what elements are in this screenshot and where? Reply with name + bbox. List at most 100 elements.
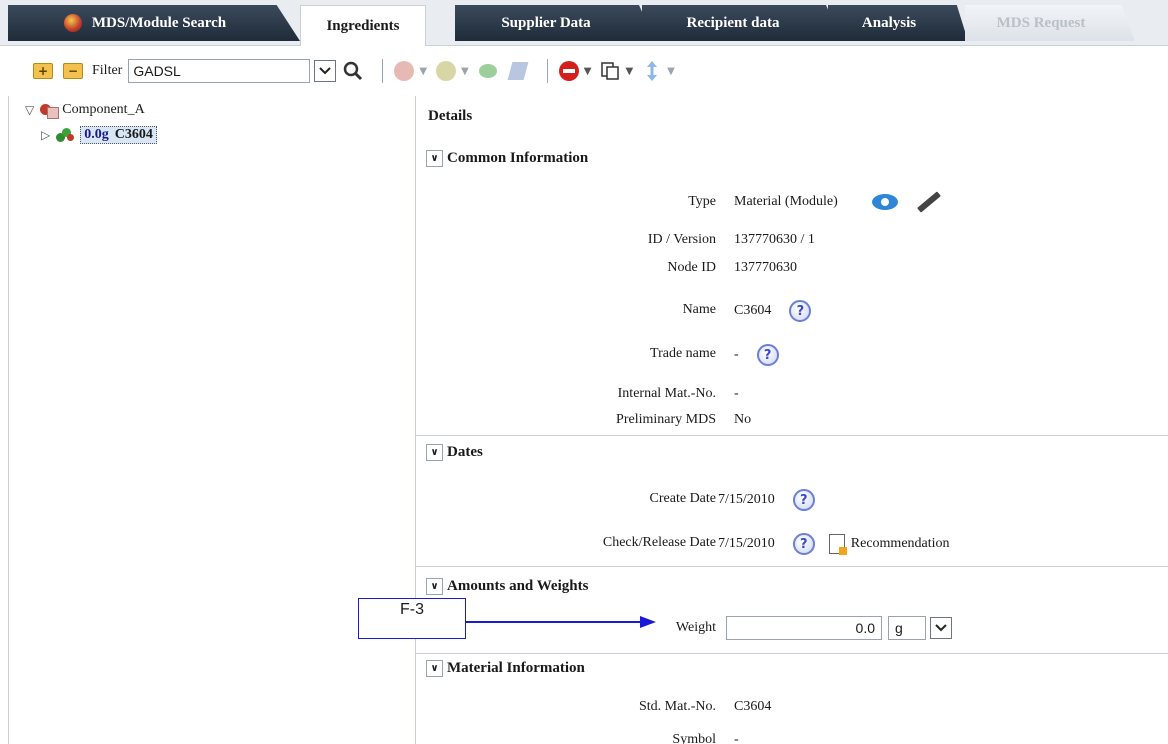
tree-node-material[interactable]: ▷ 0.0g C3604 bbox=[41, 126, 157, 144]
chevron-down-icon[interactable]: ∨ bbox=[426, 444, 443, 461]
trade-name-label: Trade name bbox=[650, 346, 716, 361]
module-icon bbox=[63, 14, 82, 32]
copy-button[interactable] bbox=[599, 60, 621, 82]
add-component-button[interactable] bbox=[393, 60, 415, 82]
section-dates[interactable]: ∨ Dates bbox=[426, 444, 483, 461]
tab-label: Recipient data bbox=[686, 14, 780, 31]
section-common-information[interactable]: ∨ Common Information bbox=[426, 150, 588, 167]
create-date-value-row: 7/15/2010 ? bbox=[718, 489, 815, 511]
toolbar: + − Filter GADSL ▼ ▼ ▼ ▼ ▼ bbox=[0, 46, 1168, 96]
expand-triangle-icon[interactable]: ▽ bbox=[25, 103, 34, 117]
section-title: Dates bbox=[447, 444, 483, 460]
tab-mds-module-search[interactable]: MDS/Module Search bbox=[8, 5, 300, 41]
id-version-value: 137770630 / 1 bbox=[734, 232, 815, 247]
tab-label: MDS/Module Search bbox=[91, 14, 227, 31]
edit-node-icon bbox=[507, 62, 529, 80]
component-add-icon bbox=[394, 61, 415, 81]
help-icon[interactable]: ? bbox=[792, 489, 815, 511]
section-title: Material Information bbox=[447, 660, 585, 676]
caret-down-icon[interactable]: ▼ bbox=[584, 66, 592, 77]
search-button[interactable] bbox=[342, 60, 364, 82]
preliminary-mds-label: Preliminary MDS bbox=[616, 412, 716, 427]
move-button[interactable] bbox=[641, 60, 663, 82]
chevron-down-icon[interactable]: ∨ bbox=[426, 150, 443, 167]
tree-pane: ▽ Component_A ▷ 0.0g C3604 bbox=[8, 96, 416, 744]
section-divider bbox=[416, 653, 1168, 654]
symbol-label: Symbol bbox=[672, 732, 716, 744]
caret-down-icon[interactable]: ▼ bbox=[625, 66, 633, 77]
tab-supplier-data[interactable]: Supplier Data bbox=[455, 5, 655, 41]
tab-label: Supplier Data bbox=[501, 14, 591, 31]
delete-icon bbox=[558, 61, 579, 81]
tab-mds-request: MDS Request bbox=[965, 5, 1135, 41]
callout-arrow bbox=[466, 616, 656, 628]
check-release-date-value: 7/15/2010 bbox=[718, 536, 775, 551]
tab-bar: MDS/Module Search Ingredients Supplier D… bbox=[0, 0, 1168, 46]
std-mat-no-value: C3604 bbox=[734, 699, 772, 714]
recommendation-document-icon[interactable] bbox=[828, 534, 847, 555]
type-label: Type bbox=[688, 194, 716, 209]
filter-dropdown-button[interactable] bbox=[314, 60, 337, 82]
node-id-value: 137770630 bbox=[734, 260, 797, 275]
type-value-row: Material (Module) bbox=[734, 191, 942, 213]
filter-input[interactable]: GADSL bbox=[128, 59, 311, 83]
unit-select[interactable]: g bbox=[888, 616, 926, 640]
node-name: C3604 bbox=[114, 127, 153, 142]
filter-value: GADSL bbox=[133, 63, 181, 79]
chevron-down-icon[interactable]: ∨ bbox=[426, 660, 443, 677]
component-icon bbox=[40, 102, 60, 119]
selected-node-box[interactable]: 0.0g C3604 bbox=[80, 126, 157, 144]
edit-node-button[interactable] bbox=[507, 60, 529, 82]
delete-button[interactable] bbox=[558, 60, 580, 82]
tree-node-label: Component_A bbox=[62, 102, 145, 117]
section-amounts-weights[interactable]: ∨ Amounts and Weights bbox=[426, 578, 588, 595]
help-icon[interactable]: ? bbox=[789, 300, 812, 322]
tree-node-component[interactable]: ▽ Component_A bbox=[25, 102, 145, 119]
tab-label: Ingredients bbox=[326, 17, 400, 34]
collapse-all-button[interactable]: − bbox=[62, 60, 84, 82]
search-icon bbox=[344, 61, 363, 81]
details-pane: Details ∨ Common Information Type Materi… bbox=[416, 96, 1168, 744]
preliminary-mds-value: No bbox=[734, 412, 752, 427]
add-substance-button[interactable] bbox=[477, 60, 499, 82]
tab-recipient-data[interactable]: Recipient data bbox=[642, 5, 842, 41]
check-release-date-value-row: 7/15/2010 ? Recommendation bbox=[718, 533, 950, 555]
substance-add-icon bbox=[478, 64, 497, 78]
chevron-down-icon[interactable]: ∨ bbox=[426, 578, 443, 595]
std-mat-no-label: Std. Mat.-No. bbox=[639, 699, 716, 714]
callout-text: F-3 bbox=[400, 601, 424, 618]
folder-plus-icon: + bbox=[33, 63, 53, 79]
weight-row: 0.0 g bbox=[726, 616, 958, 640]
caret-down-icon[interactable]: ▼ bbox=[419, 66, 427, 77]
collapse-triangle-icon[interactable]: ▷ bbox=[41, 128, 50, 142]
name-label: Name bbox=[682, 302, 716, 317]
pencil-icon[interactable] bbox=[916, 191, 941, 213]
internal-mat-no-label: Internal Mat.-No. bbox=[617, 386, 716, 401]
details-title: Details bbox=[428, 108, 473, 124]
expand-all-button[interactable]: + bbox=[32, 60, 54, 82]
help-icon[interactable]: ? bbox=[756, 344, 779, 366]
weight-value: 0.0 bbox=[855, 620, 875, 636]
filter-label: Filter bbox=[92, 63, 123, 78]
recommendation-link[interactable]: Recommendation bbox=[851, 536, 950, 552]
material-add-icon bbox=[436, 61, 457, 81]
caret-down-icon[interactable]: ▼ bbox=[667, 66, 675, 77]
caret-down-icon[interactable]: ▼ bbox=[461, 66, 469, 77]
eye-icon[interactable] bbox=[871, 194, 898, 210]
toolbar-separator bbox=[382, 59, 384, 83]
tab-analysis[interactable]: Analysis bbox=[828, 5, 968, 41]
trade-name-value: - bbox=[734, 347, 739, 362]
help-icon[interactable]: ? bbox=[792, 533, 815, 555]
unit-dropdown-button[interactable] bbox=[930, 617, 952, 639]
section-title: Common Information bbox=[447, 150, 589, 166]
add-material-button[interactable] bbox=[435, 60, 457, 82]
weight-input[interactable]: 0.0 bbox=[726, 616, 882, 640]
section-material-information[interactable]: ∨ Material Information bbox=[426, 660, 585, 677]
section-divider bbox=[416, 435, 1168, 436]
section-divider bbox=[416, 566, 1168, 567]
copy-icon bbox=[601, 62, 620, 80]
name-value-row: C3604 ? bbox=[734, 300, 812, 322]
check-release-date-label: Check/Release Date bbox=[602, 535, 716, 550]
tab-ingredients[interactable]: Ingredients bbox=[300, 5, 426, 46]
symbol-value: - bbox=[734, 732, 739, 744]
